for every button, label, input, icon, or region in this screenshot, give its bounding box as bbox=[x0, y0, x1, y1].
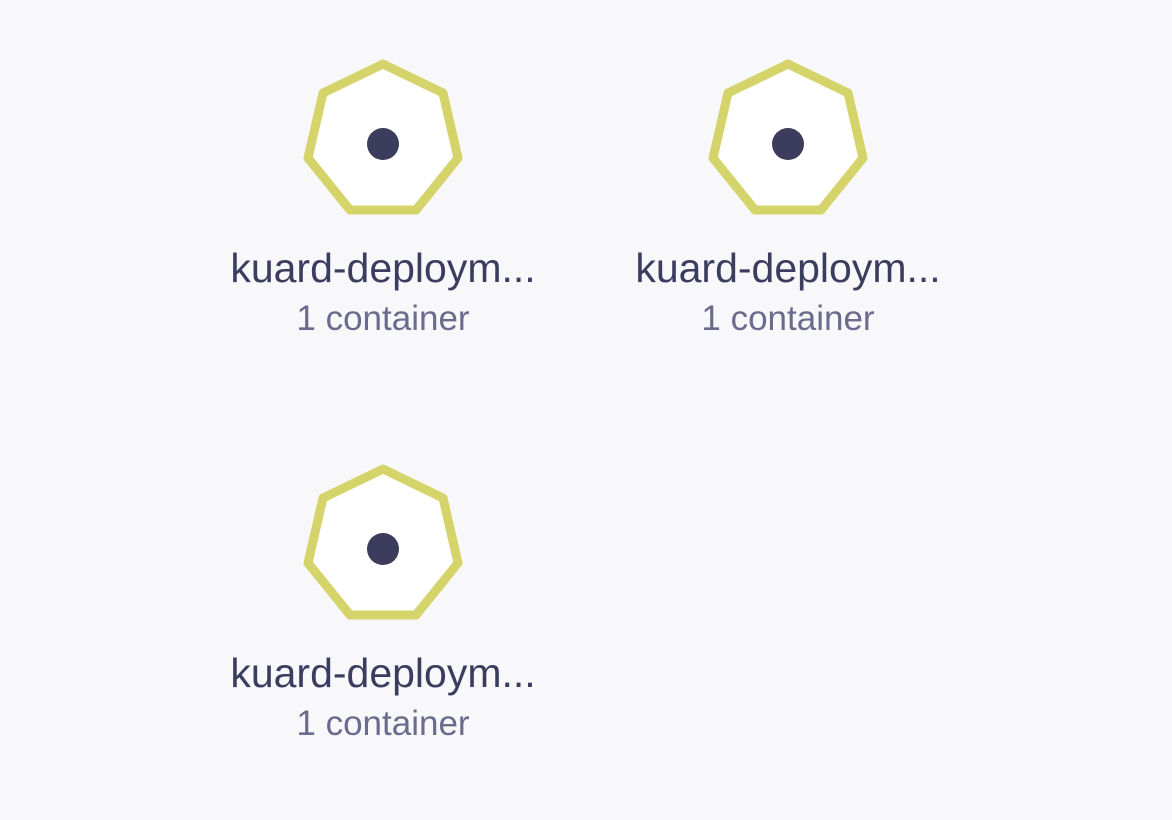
pod-heptagon-icon bbox=[708, 59, 868, 215]
pod-container-count: 1 container bbox=[701, 299, 875, 338]
pod-name: kuard-deploym... bbox=[230, 245, 536, 291]
pod-node[interactable]: kuard-deploym... 1 container bbox=[203, 56, 563, 340]
pod-name: kuard-deploym... bbox=[230, 650, 536, 696]
pod-name: kuard-deploym... bbox=[635, 245, 941, 291]
pod-heptagon-icon bbox=[303, 59, 463, 215]
pod-heptagon-icon bbox=[303, 464, 463, 620]
pod-node[interactable]: kuard-deploym... 1 container bbox=[203, 461, 563, 745]
pod-status-dot-icon bbox=[367, 128, 399, 160]
pod-grid: kuard-deploym... 1 container kuard-deplo… bbox=[0, 0, 1172, 820]
pod-status-dot-icon bbox=[367, 533, 399, 565]
pod-container-count: 1 container bbox=[296, 299, 470, 338]
pod-container-count: 1 container bbox=[296, 704, 470, 743]
pod-node[interactable]: kuard-deploym... 1 container bbox=[608, 56, 968, 340]
pod-status-dot-icon bbox=[772, 128, 804, 160]
